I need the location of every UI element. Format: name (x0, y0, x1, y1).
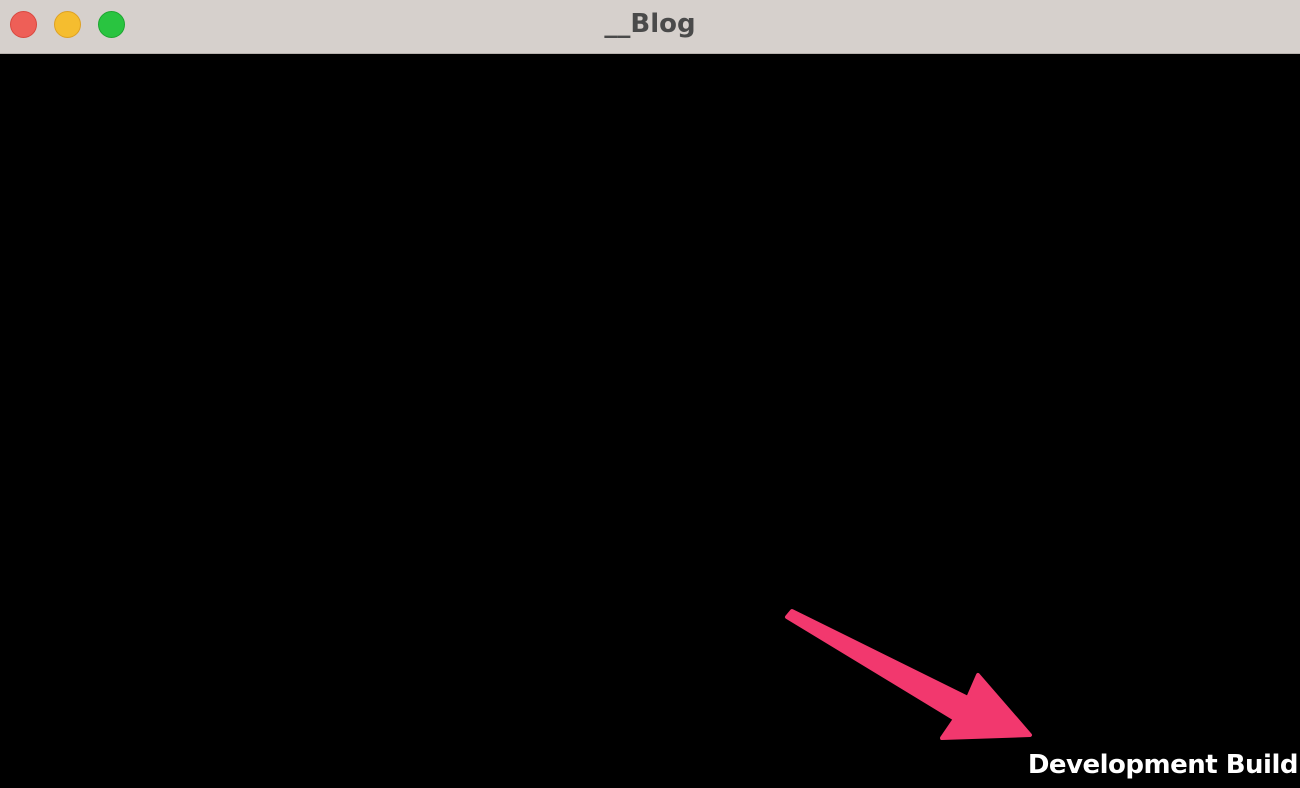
arrow-shape (785, 609, 1032, 740)
arrow-icon (785, 609, 1032, 740)
title-bar[interactable]: __Blog (0, 0, 1300, 54)
game-viewport[interactable]: Development Build (0, 54, 1300, 788)
app-window: __Blog Development Build (0, 0, 1300, 788)
development-build-label: Development Build (1027, 750, 1299, 780)
window-title: __Blog (604, 9, 696, 39)
